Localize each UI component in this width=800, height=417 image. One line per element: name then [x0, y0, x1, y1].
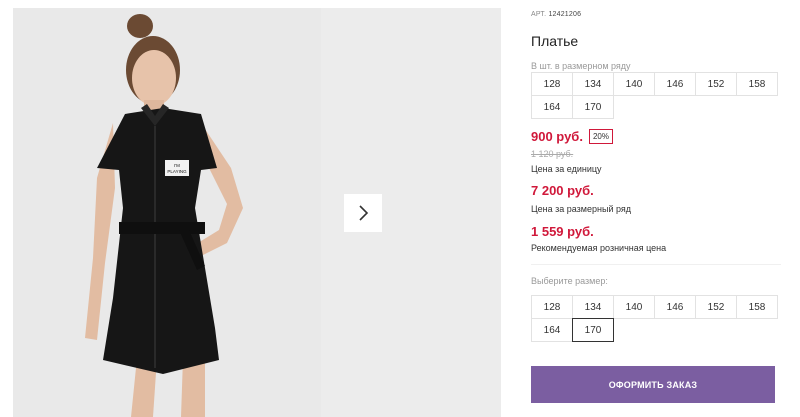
girl-in-black-dress-image: I'M PLAYING — [13, 8, 321, 417]
size-range-cell: 128 — [531, 72, 573, 96]
divider — [531, 264, 781, 265]
old-price: 1 120 руб. — [531, 149, 574, 159]
size-picker-grid: 128 134 140 146 152 158 164 170 — [531, 295, 779, 342]
product-photo[interactable]: I'M PLAYING — [13, 8, 321, 417]
size-option[interactable]: 128 — [531, 295, 573, 319]
unit-price-row: 900 руб. 20% — [531, 129, 613, 144]
article-value: 12421206 — [548, 11, 582, 18]
size-range-cell: 134 — [572, 72, 614, 96]
place-order-button[interactable]: ОФОРМИТЬ ЗАКАЗ — [531, 366, 775, 403]
size-range-cell: 158 — [736, 72, 778, 96]
product-title: Платье — [531, 33, 579, 49]
unit-price-label: Цена за единицу — [531, 164, 602, 174]
range-price: 7 200 руб. — [531, 183, 594, 198]
size-option[interactable]: 152 — [695, 295, 737, 319]
article-number: АРТ. 12421206 — [531, 11, 581, 18]
size-range-grid: 128 134 140 146 152 158 164 170 — [531, 72, 779, 119]
retail-price: 1 559 руб. — [531, 224, 594, 239]
size-range-cell: 146 — [654, 72, 696, 96]
size-range-cell: 140 — [613, 72, 655, 96]
size-range-cell: 164 — [531, 95, 573, 119]
article-label: АРТ. — [531, 11, 547, 18]
size-option[interactable]: 146 — [654, 295, 696, 319]
discount-badge: 20% — [588, 129, 613, 144]
patch-text-2: PLAYING — [167, 169, 187, 174]
retail-price-label: Рекомендуемая розничная цена — [531, 243, 667, 253]
size-range-label: В шт. в размерном ряду — [531, 61, 631, 71]
chevron-right-icon — [359, 205, 369, 221]
size-option-selected[interactable]: 170 — [572, 318, 614, 342]
size-option[interactable]: 164 — [531, 318, 573, 342]
patch-text-1: I'M — [174, 163, 180, 168]
next-image-button[interactable] — [344, 194, 382, 232]
range-price-label: Цена за размерный ряд — [531, 204, 632, 214]
size-range-cell: 152 — [695, 72, 737, 96]
size-option[interactable]: 158 — [736, 295, 778, 319]
product-gallery: I'M PLAYING — [13, 8, 501, 417]
size-picker-label: Выберите размер: — [531, 276, 608, 286]
size-range-cell: 170 — [572, 95, 614, 119]
size-option[interactable]: 134 — [572, 295, 614, 319]
unit-price: 900 руб. — [531, 129, 583, 144]
size-option[interactable]: 140 — [613, 295, 655, 319]
